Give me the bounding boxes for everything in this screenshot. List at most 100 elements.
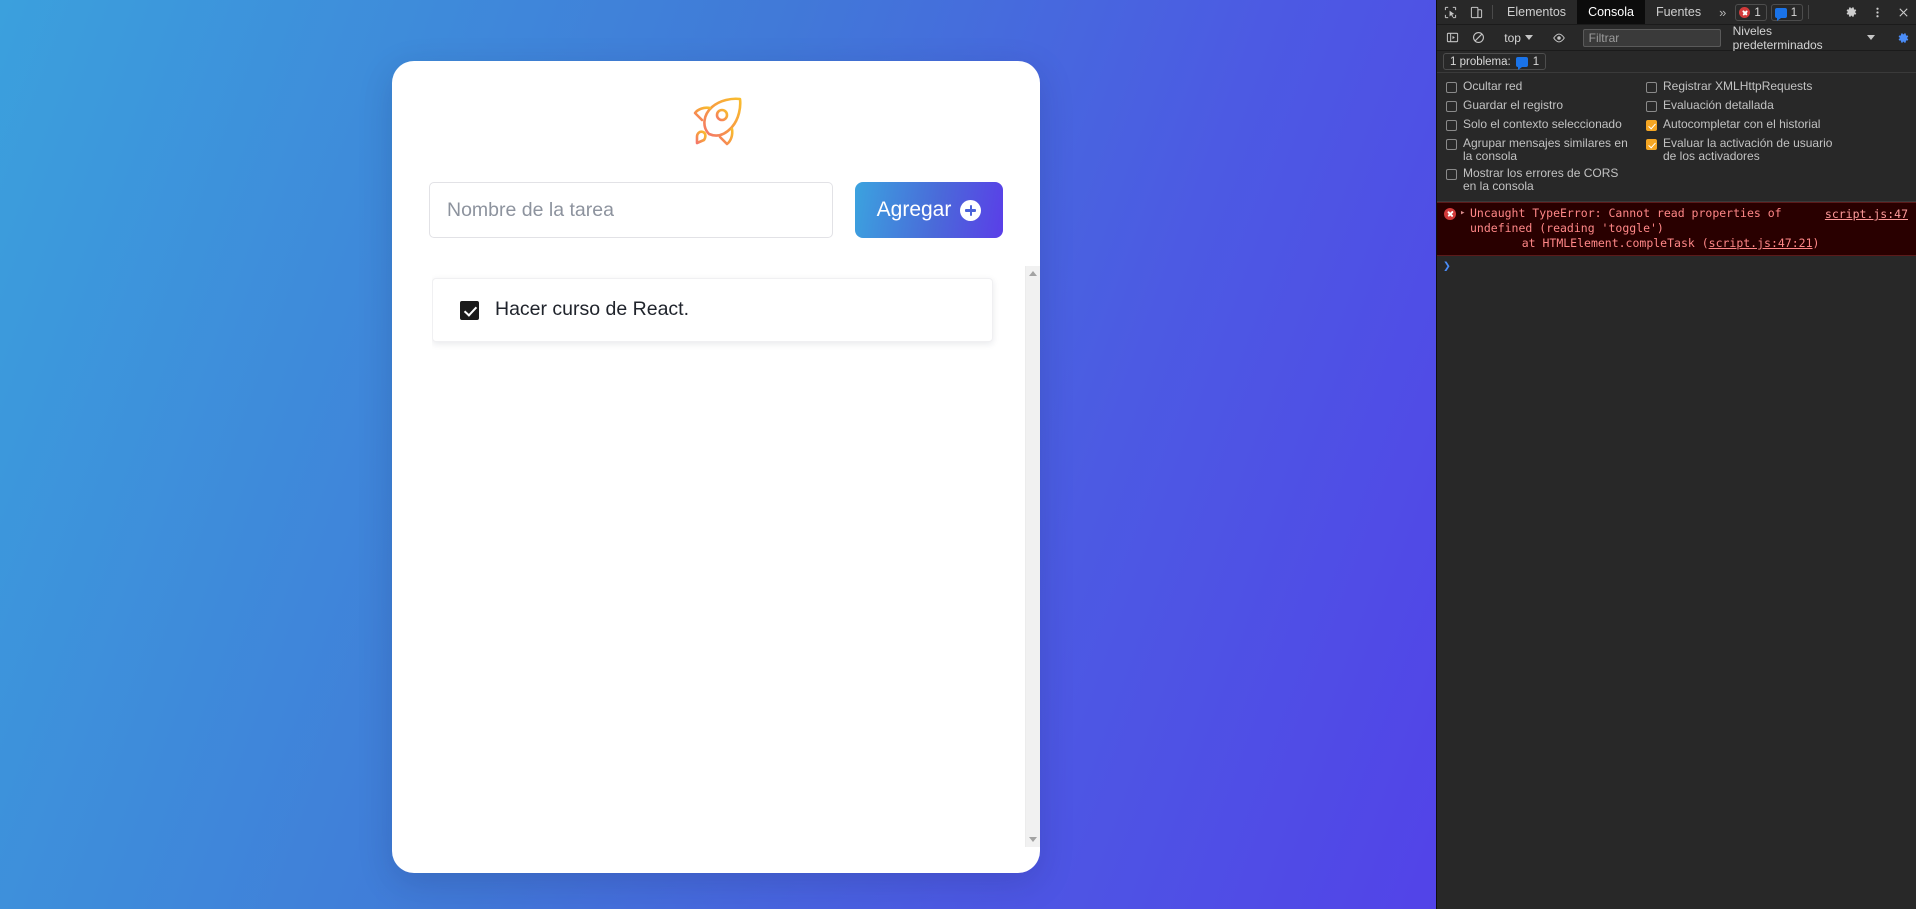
chevron-down-icon-levels — [1867, 35, 1876, 40]
console-sidebar-icon[interactable] — [1440, 31, 1466, 44]
warning-count-badge[interactable]: 1 — [1770, 4, 1804, 21]
problems-label: 1 problema: — [1450, 55, 1511, 68]
setting-ocultar-red[interactable]: Ocultar red — [1437, 78, 1637, 97]
chevron-double-right-icon[interactable]: » — [1712, 0, 1733, 24]
kebab-glyph — [1875, 7, 1879, 17]
inspect-element-icon[interactable] — [1437, 0, 1463, 24]
tab-consola[interactable]: Consola — [1577, 0, 1645, 24]
close-x-glyph — [1898, 7, 1908, 17]
setting-label-autocompletar: Autocompletar con el historial — [1663, 117, 1821, 131]
no-entry-glyph — [1472, 32, 1484, 43]
checkbox-evaluacion-detallada[interactable] — [1646, 101, 1657, 112]
console-context-selector[interactable]: top — [1498, 31, 1539, 45]
tabbar-right-icons — [1838, 0, 1916, 24]
console-filter-input[interactable] — [1582, 28, 1721, 47]
console-error-message[interactable]: ▸ Uncaught TypeError: Cannot read proper… — [1437, 202, 1916, 256]
gear-glyph — [1846, 7, 1857, 17]
rocket-icon — [693, 97, 742, 146]
setting-label-guardar-registro: Guardar el registro — [1463, 98, 1564, 112]
setting-solo-contexto[interactable]: Solo el contexto seleccionado — [1437, 116, 1637, 135]
console-settings-gear-icon[interactable] — [1890, 31, 1916, 45]
todo-app-card: Agregar Hacer curso de React. — [392, 61, 1040, 873]
setting-label-registrar-xhr: Registrar XMLHttpRequests — [1663, 79, 1813, 93]
clear-console-icon[interactable] — [1466, 31, 1492, 44]
toolbar-divider — [1492, 5, 1493, 19]
stack-prefix: at HTMLElement.compleTask ( — [1494, 236, 1709, 250]
tab-elementos-label: Elementos — [1507, 5, 1567, 19]
add-button-label: Agregar — [876, 198, 952, 221]
checkbox-evaluar-activacion[interactable] — [1646, 139, 1657, 150]
scrollbar-down-button[interactable] — [1026, 832, 1040, 847]
stack-suffix: ) — [1812, 236, 1820, 250]
scrollbar-up-button[interactable] — [1026, 266, 1040, 281]
setting-evaluar-activacion[interactable]: Evaluar la activación de usuario de los … — [1637, 135, 1916, 165]
setting-label-agrupar-mensajes: Agrupar mensajes similares en la consola — [1463, 136, 1628, 163]
prompt-caret-icon: ❯ — [1443, 259, 1451, 274]
task-list-area: Hacer curso de React. — [392, 266, 1040, 847]
setting-agrupar-mensajes[interactable]: Agrupar mensajes similares en la consola — [1437, 135, 1637, 165]
problems-chip[interactable]: 1 problema: 1 — [1443, 53, 1547, 70]
checkbox-registrar-xhr[interactable] — [1646, 82, 1657, 93]
device-toggle-glyph — [1470, 6, 1482, 18]
triangle-down-icon — [1029, 837, 1037, 842]
inspect-cursor-glyph — [1444, 6, 1456, 18]
checkbox-ocultar-red[interactable] — [1446, 82, 1457, 93]
tab-elementos[interactable]: Elementos — [1496, 0, 1577, 24]
logo-container — [392, 61, 1040, 182]
gear-icon[interactable] — [1838, 5, 1864, 19]
console-input[interactable] — [1457, 260, 1910, 274]
setting-registrar-xhr[interactable]: Registrar XMLHttpRequests — [1637, 78, 1916, 97]
setting-autocompletar[interactable]: Autocompletar con el historial — [1637, 116, 1916, 135]
setting-evaluacion-detallada[interactable]: Evaluación detallada — [1637, 97, 1916, 116]
tab-fuentes[interactable]: Fuentes — [1645, 0, 1712, 24]
checkbox-guardar-registro[interactable] — [1446, 101, 1457, 112]
task-list-scrollbar[interactable] — [1025, 266, 1040, 847]
settings-grid-spacer — [1637, 165, 1916, 195]
setting-errores-cors[interactable]: Mostrar los errores de CORS en la consol… — [1437, 165, 1637, 195]
error-line-2: undefined (reading 'toggle') — [1470, 221, 1664, 235]
console-prompt-row[interactable]: ❯ — [1437, 256, 1916, 278]
checkbox-agrupar-mensajes[interactable] — [1446, 139, 1457, 150]
message-badge-icon — [1515, 56, 1528, 70]
eye-glyph — [1552, 33, 1565, 42]
error-count-badge[interactable]: 1 — [1735, 4, 1767, 21]
error-count-value: 1 — [1754, 6, 1761, 19]
add-task-button[interactable]: Agregar — [855, 182, 1003, 238]
error-line-1: Uncaught TypeError: Cannot read properti… — [1470, 206, 1782, 220]
task-list-item[interactable]: Hacer curso de React. — [432, 278, 993, 342]
error-stack-line: at HTMLElement.compleTask (script.js:47:… — [1470, 236, 1828, 251]
task-checkbox[interactable] — [460, 300, 479, 320]
close-icon[interactable] — [1890, 6, 1916, 19]
triangle-up-icon — [1029, 271, 1037, 276]
devtools-panel: Elementos Consola Fuentes » 1 1 top Filt… — [1436, 0, 1916, 909]
tab-fuentes-label: Fuentes — [1655, 5, 1702, 19]
gear-blue-glyph — [1898, 32, 1909, 43]
setting-label-errores-cors: Mostrar los errores de CORS en la consol… — [1463, 166, 1619, 193]
setting-label-evaluacion-detallada: Evaluación detallada — [1663, 98, 1774, 112]
live-expression-icon[interactable] — [1546, 31, 1572, 45]
plus-circle-icon — [960, 199, 982, 221]
device-toolbar-icon[interactable] — [1463, 0, 1489, 24]
setting-label-solo-contexto: Solo el contexto seleccionado — [1463, 117, 1622, 131]
setting-guardar-registro[interactable]: Guardar el registro — [1437, 97, 1637, 116]
error-source-link[interactable]: script.js:47 — [1825, 207, 1908, 221]
page-viewport: Agregar Hacer curso de React. — [0, 0, 1436, 909]
task-name-input[interactable] — [429, 182, 833, 238]
console-filter-bar: top Niveles predeterminados — [1437, 24, 1916, 52]
checkbox-errores-cors[interactable] — [1446, 169, 1457, 180]
toolbar-divider-2 — [1808, 5, 1810, 19]
devtools-tabbar: Elementos Consola Fuentes » 1 1 — [1437, 0, 1916, 25]
expand-arrow-icon[interactable]: ▸ — [1460, 208, 1468, 218]
console-settings-panel: Ocultar red Registrar XMLHttpRequests Gu… — [1437, 73, 1916, 202]
tab-consola-label: Consola — [1588, 5, 1634, 19]
console-log-levels-selector[interactable]: Niveles predeterminados — [1725, 24, 1884, 52]
setting-label-ocultar-red: Ocultar red — [1463, 79, 1523, 93]
context-label: top — [1504, 30, 1521, 45]
message-bubble-icon — [1774, 7, 1787, 21]
checkbox-autocompletar[interactable] — [1646, 120, 1657, 131]
stack-source-link[interactable]: script.js:47:21 — [1709, 236, 1813, 250]
log-levels-label: Niveles predeterminados — [1732, 23, 1823, 52]
console-problems-row: 1 problema: 1 — [1437, 51, 1916, 73]
checkbox-solo-contexto[interactable] — [1446, 120, 1457, 131]
kebab-menu-icon[interactable] — [1864, 6, 1890, 19]
